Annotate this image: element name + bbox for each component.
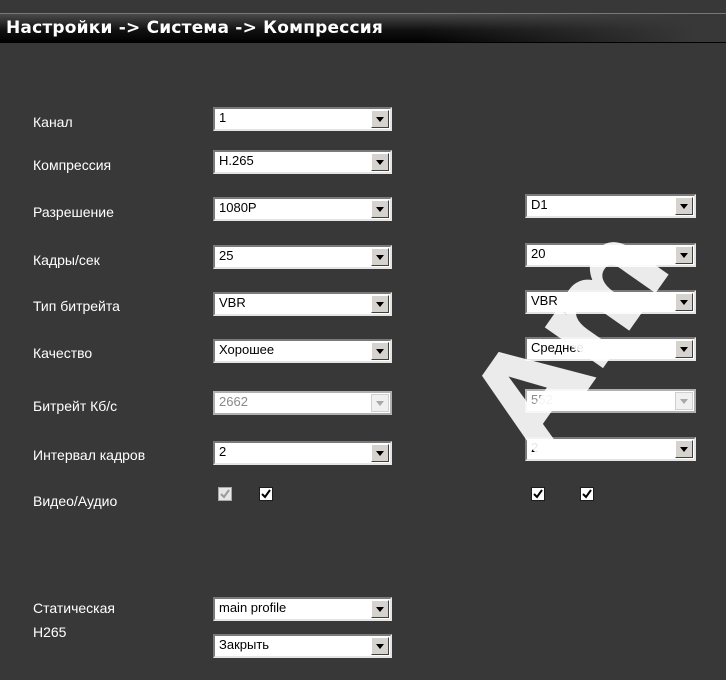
chevron-down-icon[interactable] (675, 340, 693, 358)
chevron-down-icon (371, 394, 389, 412)
checkmark-icon (261, 489, 271, 499)
extra-quality-select[interactable]: Среднее (525, 337, 696, 361)
extra-frame-interval-select[interactable]: 2 (525, 437, 696, 461)
resolution-select[interactable]: 1080P (213, 197, 392, 221)
extra-bitrate-select: 552 (525, 389, 696, 413)
main-video-checkbox (218, 487, 232, 501)
extra-video-checkbox[interactable] (531, 487, 545, 501)
compression-value: H.265 (219, 153, 254, 168)
chevron-down-icon[interactable] (371, 110, 389, 128)
label-static: Статическая (33, 600, 115, 616)
extra-bitrate-type-value: VBR (531, 293, 558, 308)
label-resolution: Разрешение (33, 204, 114, 220)
extra-fps-select[interactable]: 20 (525, 243, 696, 267)
chevron-down-icon[interactable] (371, 295, 389, 313)
bitrate-type-select[interactable]: VBR (213, 292, 392, 316)
extra-frame-interval-value: 2 (531, 440, 539, 455)
bitrate-select: 2662 (213, 391, 392, 415)
label-h265: H265 (33, 624, 67, 640)
channel-select[interactable]: 1 (213, 107, 392, 131)
extra-resolution-value: D1 (531, 197, 548, 212)
chevron-down-icon[interactable] (371, 248, 389, 266)
h265-select[interactable]: Закрыть (213, 634, 392, 658)
channel-value: 1 (219, 110, 227, 125)
label-frame-interval: Интервал кадров (33, 447, 146, 463)
extra-quality-value: Среднее (531, 340, 584, 355)
fps-value: 25 (219, 248, 234, 263)
chevron-down-icon[interactable] (371, 153, 389, 171)
static-profile-select[interactable]: main profile (213, 597, 392, 621)
label-video-audio: Видео/Аудио (33, 493, 118, 509)
frame-interval-select[interactable]: 2 (213, 441, 392, 465)
checkmark-icon (582, 489, 592, 499)
quality-value: Хорошее (219, 342, 275, 357)
frame-interval-value: 2 (219, 444, 227, 459)
chevron-down-icon[interactable] (675, 197, 693, 215)
bitrate-type-value: VBR (219, 295, 246, 310)
label-bitrate: Битрейт Кб/с (33, 398, 118, 414)
title-bar: Настройки -> Система -> Компрессия (0, 13, 726, 43)
chevron-down-icon[interactable] (675, 293, 693, 311)
label-compression: Компрессия (33, 157, 112, 173)
chevron-down-icon[interactable] (371, 200, 389, 218)
checkmark-icon (533, 489, 543, 499)
main-audio-checkbox[interactable] (259, 487, 273, 501)
chevron-down-icon[interactable] (371, 637, 389, 655)
checkmark-icon (220, 489, 230, 499)
label-quality: Качество (33, 345, 93, 361)
label-channel: Канал (33, 114, 73, 130)
extra-fps-value: 20 (531, 246, 546, 261)
resolution-value: 1080P (219, 200, 257, 215)
label-bitrate-type: Тип битрейта (33, 298, 120, 314)
extra-bitrate-type-select[interactable]: VBR (525, 290, 696, 314)
fps-select[interactable]: 25 (213, 245, 392, 269)
chevron-down-icon (675, 392, 693, 410)
bitrate-value: 2662 (219, 394, 248, 409)
title-bar-fade (420, 14, 726, 42)
chevron-down-icon[interactable] (371, 342, 389, 360)
extra-bitrate-value: 552 (531, 392, 553, 407)
quality-select[interactable]: Хорошее (213, 339, 392, 363)
chevron-down-icon[interactable] (371, 444, 389, 462)
page-title: Настройки -> Система -> Компрессия (6, 18, 384, 38)
extra-resolution-select[interactable]: D1 (525, 194, 696, 218)
h265-value: Закрыть (219, 637, 270, 652)
chevron-down-icon[interactable] (675, 246, 693, 264)
label-fps: Кадры/сек (33, 252, 100, 268)
compression-select[interactable]: H.265 (213, 150, 392, 174)
chevron-down-icon[interactable] (371, 600, 389, 618)
static-profile-value: main profile (219, 600, 287, 615)
chevron-down-icon[interactable] (675, 440, 693, 458)
extra-audio-checkbox[interactable] (580, 487, 594, 501)
